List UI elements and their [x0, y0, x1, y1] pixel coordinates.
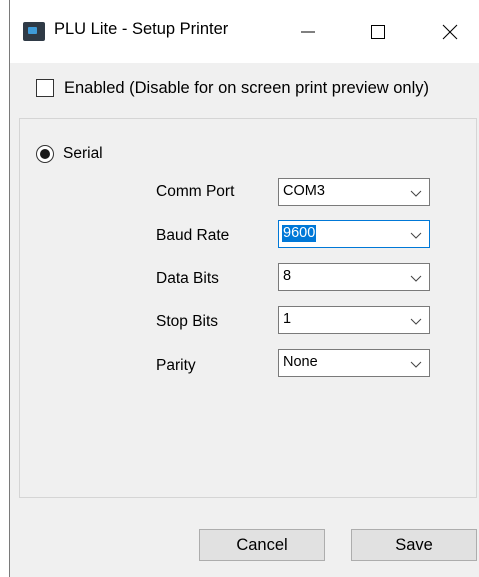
serial-radio-label[interactable]: Serial — [63, 145, 103, 163]
data-bits-value: 8 — [283, 268, 292, 284]
maximize-button[interactable] — [355, 0, 401, 63]
comm-port-label: Comm Port — [156, 183, 235, 200]
data-bits-select[interactable]: 8 — [278, 263, 430, 291]
enabled-checkbox-label[interactable]: Enabled (Disable for on screen print pre… — [64, 79, 429, 98]
stop-bits-select[interactable]: 1 — [278, 306, 430, 334]
stop-bits-label: Stop Bits — [156, 313, 219, 330]
stop-bits-value: 1 — [283, 311, 292, 327]
radio-selected-dot — [40, 149, 50, 159]
close-icon — [442, 24, 458, 39]
parity-value: None — [283, 354, 318, 370]
baud-rate-value: 9600 — [282, 225, 317, 242]
parity-select[interactable]: None — [278, 349, 430, 377]
chevron-down-icon — [410, 361, 422, 368]
serial-radio[interactable] — [36, 145, 54, 163]
minimize-button[interactable] — [285, 0, 331, 63]
chevron-down-icon — [410, 275, 422, 282]
parity-label: Parity — [156, 357, 196, 374]
setup-printer-dialog: PLU Lite - Setup Printer Enabled (Disabl… — [9, 0, 479, 577]
window-title: PLU Lite - Setup Printer — [54, 20, 229, 38]
title-bar: PLU Lite - Setup Printer — [10, 0, 479, 63]
maximize-icon — [371, 24, 385, 39]
comm-port-value: COM3 — [283, 183, 325, 199]
cancel-button[interactable]: Cancel — [199, 529, 325, 561]
chevron-down-icon — [410, 190, 422, 197]
data-bits-label: Data Bits — [156, 270, 219, 287]
enabled-checkbox[interactable] — [36, 79, 54, 97]
comm-port-select[interactable]: COM3 — [278, 178, 430, 206]
chevron-down-icon — [410, 318, 422, 325]
baud-rate-label: Baud Rate — [156, 227, 230, 244]
baud-rate-select[interactable]: 9600 — [278, 220, 430, 248]
chevron-down-icon — [410, 232, 422, 239]
app-icon — [23, 22, 45, 41]
save-button[interactable]: Save — [351, 529, 477, 561]
close-button[interactable] — [427, 0, 473, 63]
minimize-icon — [301, 31, 315, 32]
